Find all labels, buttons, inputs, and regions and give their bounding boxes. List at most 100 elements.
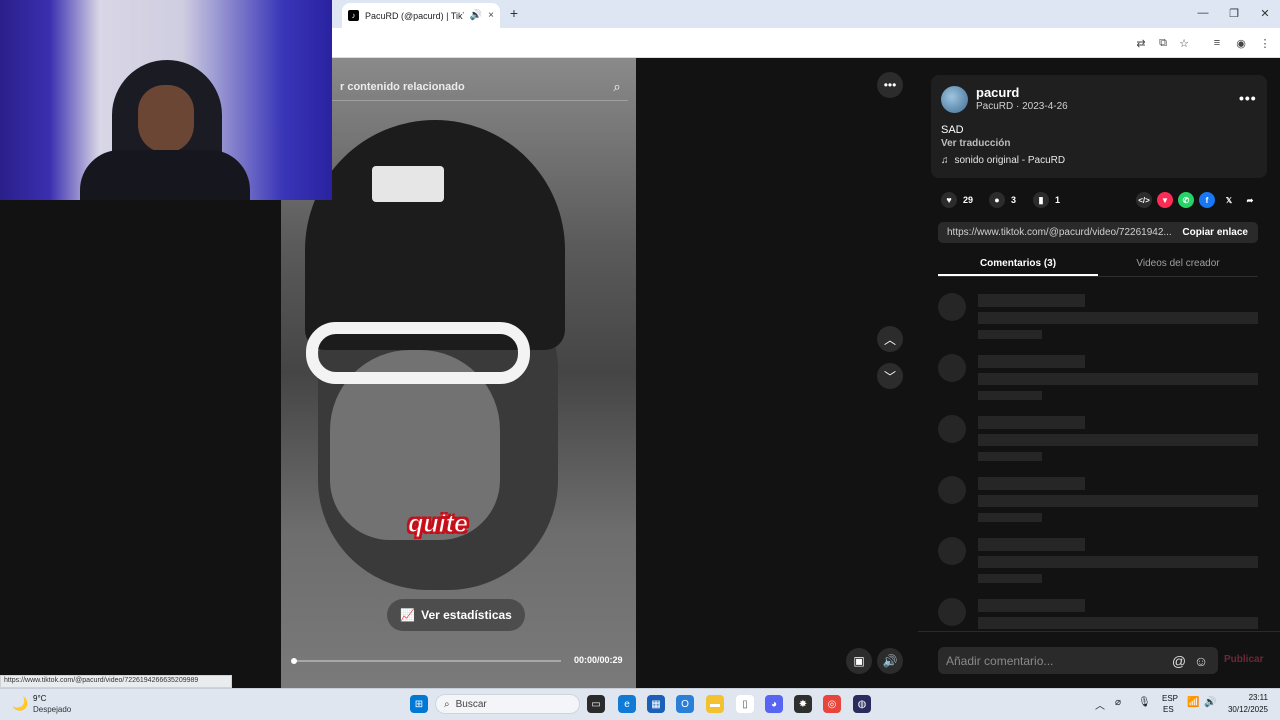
progress-knob[interactable] [291, 658, 297, 664]
related-search-bar[interactable]: r contenido relacionado ⌕ [332, 73, 628, 101]
send-icon[interactable]: ▼ [1157, 192, 1173, 208]
taskbar-search[interactable]: ⌕ Buscar [435, 694, 580, 714]
tab-audio-icon[interactable]: 🔊 [470, 10, 482, 21]
moon-weather-icon[interactable]: 🌙 [12, 696, 28, 712]
comment-skeleton-line [978, 574, 1042, 583]
translate-icon[interactable]: ⇄ [1133, 35, 1149, 51]
webcam-face [138, 85, 194, 153]
see-translation-link[interactable]: Ver traducción [941, 138, 1010, 149]
post-more-icon[interactable]: ••• [1239, 90, 1257, 106]
save-button[interactable]: ▮ 1 [1033, 192, 1060, 208]
media-control-icon[interactable]: ≡ [1209, 35, 1225, 51]
pip-icon: ▣ [853, 654, 865, 668]
notepad-icon[interactable]: ▯ [736, 695, 754, 713]
windows-start-icon[interactable]: ⊞ [410, 695, 428, 713]
mention-icon[interactable]: @ [1168, 653, 1190, 669]
profile-icon[interactable]: ◉ [1233, 35, 1249, 51]
clock-time[interactable]: 23:11 [1228, 693, 1268, 702]
browser-tab[interactable]: ♪ PacuRD (@pacurd) | TikTok 🔊 × [342, 3, 500, 28]
file-explorer-icon[interactable]: ▬ [706, 695, 724, 713]
comment-input[interactable] [946, 653, 1168, 668]
video-link[interactable]: https://www.tiktok.com/@pacurd/video/722… [938, 227, 1172, 238]
tab-title: PacuRD (@pacurd) | TikTok [365, 10, 464, 21]
chevron-down-icon: ﹀ [883, 369, 896, 384]
tray-chevron-icon[interactable]: ︿ [1095, 697, 1105, 712]
like-button[interactable]: ♥ 29 [941, 192, 973, 208]
restore-button[interactable]: ❐ [1219, 4, 1249, 22]
tab-creator-videos[interactable]: Videos del creador [1098, 254, 1258, 276]
embed-icon[interactable]: </> [1136, 192, 1152, 208]
copy-link-button[interactable]: Copiar enlace [1172, 227, 1258, 238]
view-stats-button[interactable]: 📈 Ver estadísticas [387, 599, 525, 631]
comment-skeleton-line [978, 538, 1085, 551]
comment-skeleton-avatar [938, 476, 966, 504]
x-icon[interactable]: 𝕏 [1221, 192, 1237, 208]
microphone-icon[interactable]: 🎙 [1138, 697, 1151, 708]
comment-skeleton-avatar [938, 415, 966, 443]
task-view-icon[interactable]: ▭ [587, 695, 605, 713]
clock-date[interactable]: 30/12/2025 [1226, 705, 1268, 714]
floating-player-button[interactable]: ▣ [846, 648, 872, 674]
comment-skeleton-line [978, 556, 1258, 568]
comment-skeleton-line [978, 495, 1258, 507]
bookmark-star-icon[interactable]: ☆ [1176, 35, 1192, 51]
outlook-icon[interactable]: O [676, 695, 694, 713]
ellipsis-icon: ••• [883, 78, 897, 92]
edge-icon[interactable]: e [618, 695, 636, 713]
comment-icon: ● [989, 192, 1005, 208]
share-arrow-icon[interactable]: ➦ [1242, 192, 1258, 208]
comment-button[interactable]: ● 3 [989, 192, 1016, 208]
taskbar-search-label: Buscar [455, 698, 487, 710]
tab-comments[interactable]: Comentarios (3) [938, 254, 1098, 276]
obs-icon[interactable]: ◍ [853, 695, 871, 713]
music-note-icon: ♫ [941, 155, 949, 166]
more-options-button[interactable]: ••• [877, 72, 903, 98]
discord-icon[interactable]: ◕ [765, 695, 783, 713]
comment-skeleton-line [978, 452, 1042, 461]
language-indicator[interactable]: ESP [1162, 694, 1178, 703]
publish-button[interactable]: Publicar [1224, 654, 1263, 665]
facebook-icon[interactable]: f [1199, 192, 1215, 208]
comment-skeleton-avatar [938, 293, 966, 321]
previous-video-button[interactable]: ︿ [877, 326, 903, 352]
username[interactable]: pacurd [976, 85, 1019, 100]
volume-icon[interactable]: 🔊 [1204, 697, 1216, 708]
volume-button[interactable]: 🔊 [877, 648, 903, 674]
minimize-button[interactable]: — [1188, 4, 1218, 22]
comment-skeleton-avatar [938, 598, 966, 626]
emoji-icon[interactable]: ☺ [1190, 653, 1212, 669]
language-sub[interactable]: ES [1163, 705, 1174, 714]
chart-icon: 📈 [400, 608, 416, 622]
video-subject-glasses [306, 322, 530, 384]
comment-skeleton-avatar [938, 354, 966, 382]
cap-label [372, 166, 444, 202]
browser-menu-icon[interactable]: ⋮ [1257, 35, 1273, 51]
network-off-icon[interactable]: ⌀ [1115, 697, 1121, 708]
tab-close-icon[interactable]: × [488, 10, 494, 21]
chrome-icon[interactable]: ◎ [823, 695, 841, 713]
windows-taskbar [0, 688, 1280, 720]
whatsapp-icon[interactable]: ✆ [1178, 192, 1194, 208]
wifi-icon[interactable]: 📶 [1187, 697, 1199, 708]
comment-skeleton-line [978, 617, 1258, 629]
progress-bar[interactable] [293, 660, 561, 662]
close-window-button[interactable]: ✕ [1250, 4, 1280, 22]
post-description: SAD [941, 124, 964, 136]
comment-skeleton-line [978, 312, 1258, 324]
link-box: https://www.tiktok.com/@pacurd/video/722… [938, 222, 1258, 243]
store-icon[interactable]: ▦ [647, 695, 665, 713]
install-app-icon[interactable]: ⧉ [1155, 35, 1171, 51]
next-video-button[interactable]: ﹀ [877, 363, 903, 389]
video-time: 00:00/00:29 [574, 655, 623, 665]
search-icon[interactable]: ⌕ [606, 79, 628, 95]
new-tab-button[interactable]: + [505, 4, 523, 22]
video-caption-overlay: quite [408, 510, 469, 539]
weather-temperature[interactable]: 9°C [33, 694, 46, 703]
chevron-up-icon: ︿ [883, 332, 896, 347]
avatar[interactable] [941, 86, 968, 113]
comment-skeleton-line [978, 391, 1042, 400]
sound-link[interactable]: ♫ sonido original - PacuRD [941, 155, 1065, 166]
comment-skeleton-avatar [938, 537, 966, 565]
weather-condition[interactable]: Despejado [33, 705, 71, 714]
app-icon[interactable]: ✸ [794, 695, 812, 713]
